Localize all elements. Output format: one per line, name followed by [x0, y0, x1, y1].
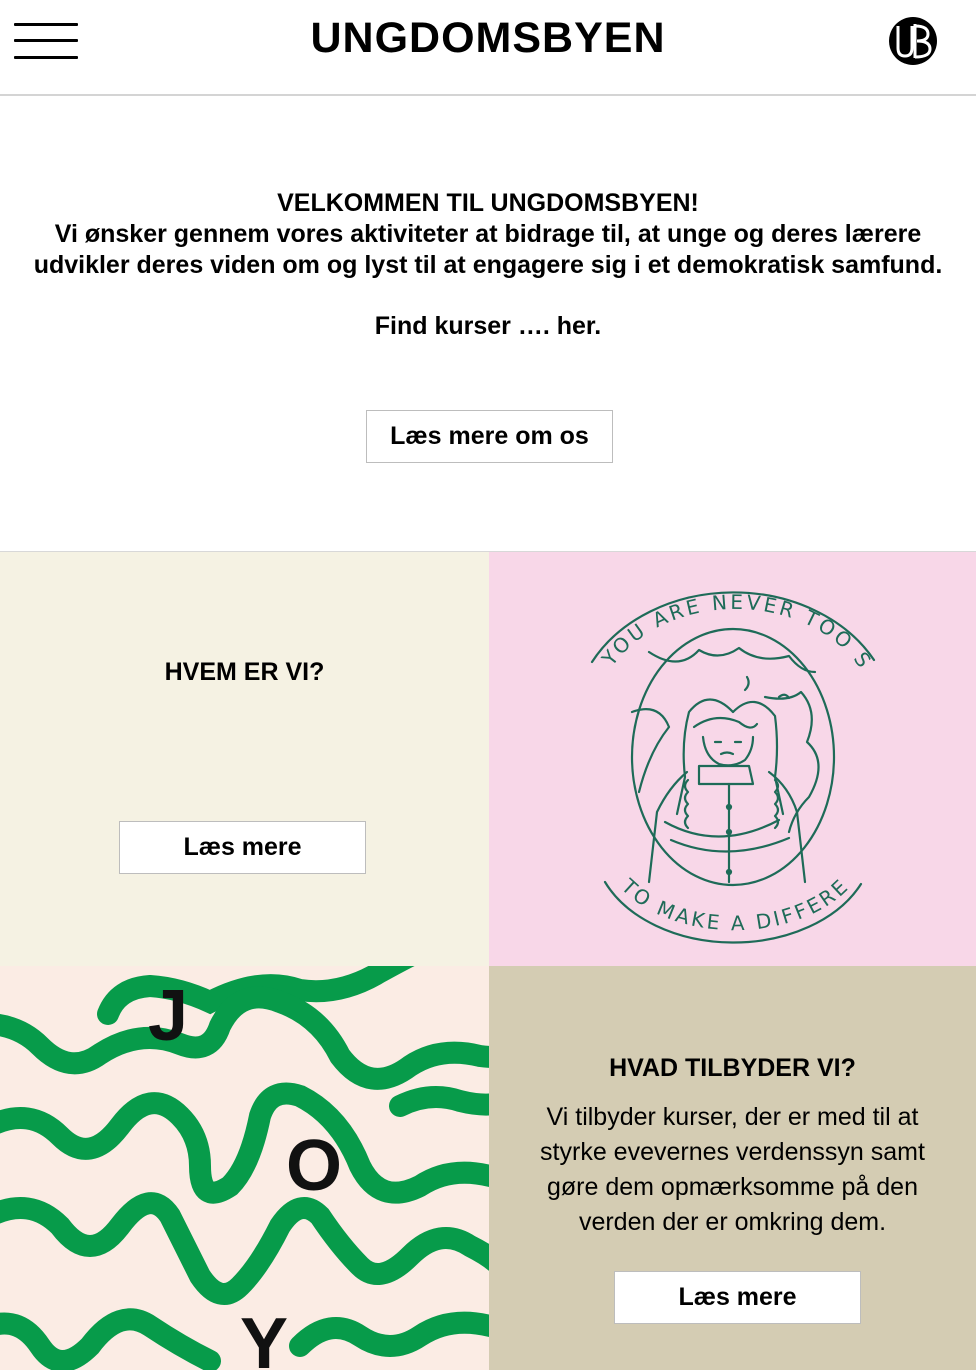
- ub-logo-icon[interactable]: [888, 16, 938, 66]
- intro-line-1: Vi ønsker gennem vores aktiviteter at bi…: [54, 220, 922, 248]
- feature-grid: HVEM ER VI? Læs mere YOU ARE NEVER TOO S…: [0, 551, 976, 1370]
- what-we-offer-text: Vi tilbyder kurser, der er med til at st…: [519, 1100, 946, 1240]
- intro-line-2: udvikler deres viden om og lyst til at e…: [33, 251, 943, 279]
- joy-letter-j: J: [148, 976, 188, 1056]
- never-too-small-illustration: YOU ARE NEVER TOO SMALL TO MAKE A DIFFER…: [489, 552, 878, 944]
- offer-line-3: gøre dem opmærksomme på den: [547, 1173, 918, 1201]
- offer-line-4: verden der er omkring dem.: [578, 1208, 887, 1236]
- joy-illustration-tile[interactable]: J O Y: [0, 966, 489, 1370]
- joy-letter-y: Y: [240, 1304, 288, 1370]
- who-are-we-tile: HVEM ER VI? Læs mere: [0, 552, 489, 966]
- who-are-we-heading: HVEM ER VI?: [164, 658, 325, 686]
- what-we-offer-heading: HVAD TILBYDER VI?: [609, 1054, 856, 1082]
- intro-section: VELKOMMEN TIL UNGDOMSBYEN! Vi ønsker gen…: [0, 98, 976, 551]
- svg-text:YOU ARE NEVER TOO SMALL: YOU ARE NEVER TOO SMALL: [489, 552, 878, 674]
- intro-text: Vi ønsker gennem vores aktiviteter at bi…: [0, 219, 976, 281]
- who-read-more-button[interactable]: Læs mere: [119, 821, 366, 874]
- what-we-offer-tile: HVAD TILBYDER VI? Vi tilbyder kurser, de…: [489, 966, 976, 1370]
- welcome-heading: VELKOMMEN TIL UNGDOMSBYEN!: [277, 189, 699, 217]
- find-courses-link[interactable]: Find kurser …. her.: [0, 312, 976, 341]
- joy-waves-illustration: J O Y: [0, 966, 489, 1370]
- read-more-about-us-button[interactable]: Læs mere om os: [366, 410, 613, 463]
- site-header: UNGDOMSBYEN: [0, 0, 976, 96]
- never-too-small-illustration-tile[interactable]: YOU ARE NEVER TOO SMALL TO MAKE A DIFFER…: [489, 552, 976, 966]
- illustration-top-text: YOU ARE NEVER TOO SMALL: [489, 552, 875, 674]
- offer-read-more-button[interactable]: Læs mere: [614, 1271, 861, 1324]
- offer-line-1: Vi tilbyder kurser, der er med til at: [546, 1103, 919, 1131]
- joy-letter-o: O: [286, 1126, 342, 1206]
- offer-line-2: styrke evevernes verdenssyn samt: [540, 1138, 925, 1166]
- site-title[interactable]: UNGDOMSBYEN: [0, 14, 976, 63]
